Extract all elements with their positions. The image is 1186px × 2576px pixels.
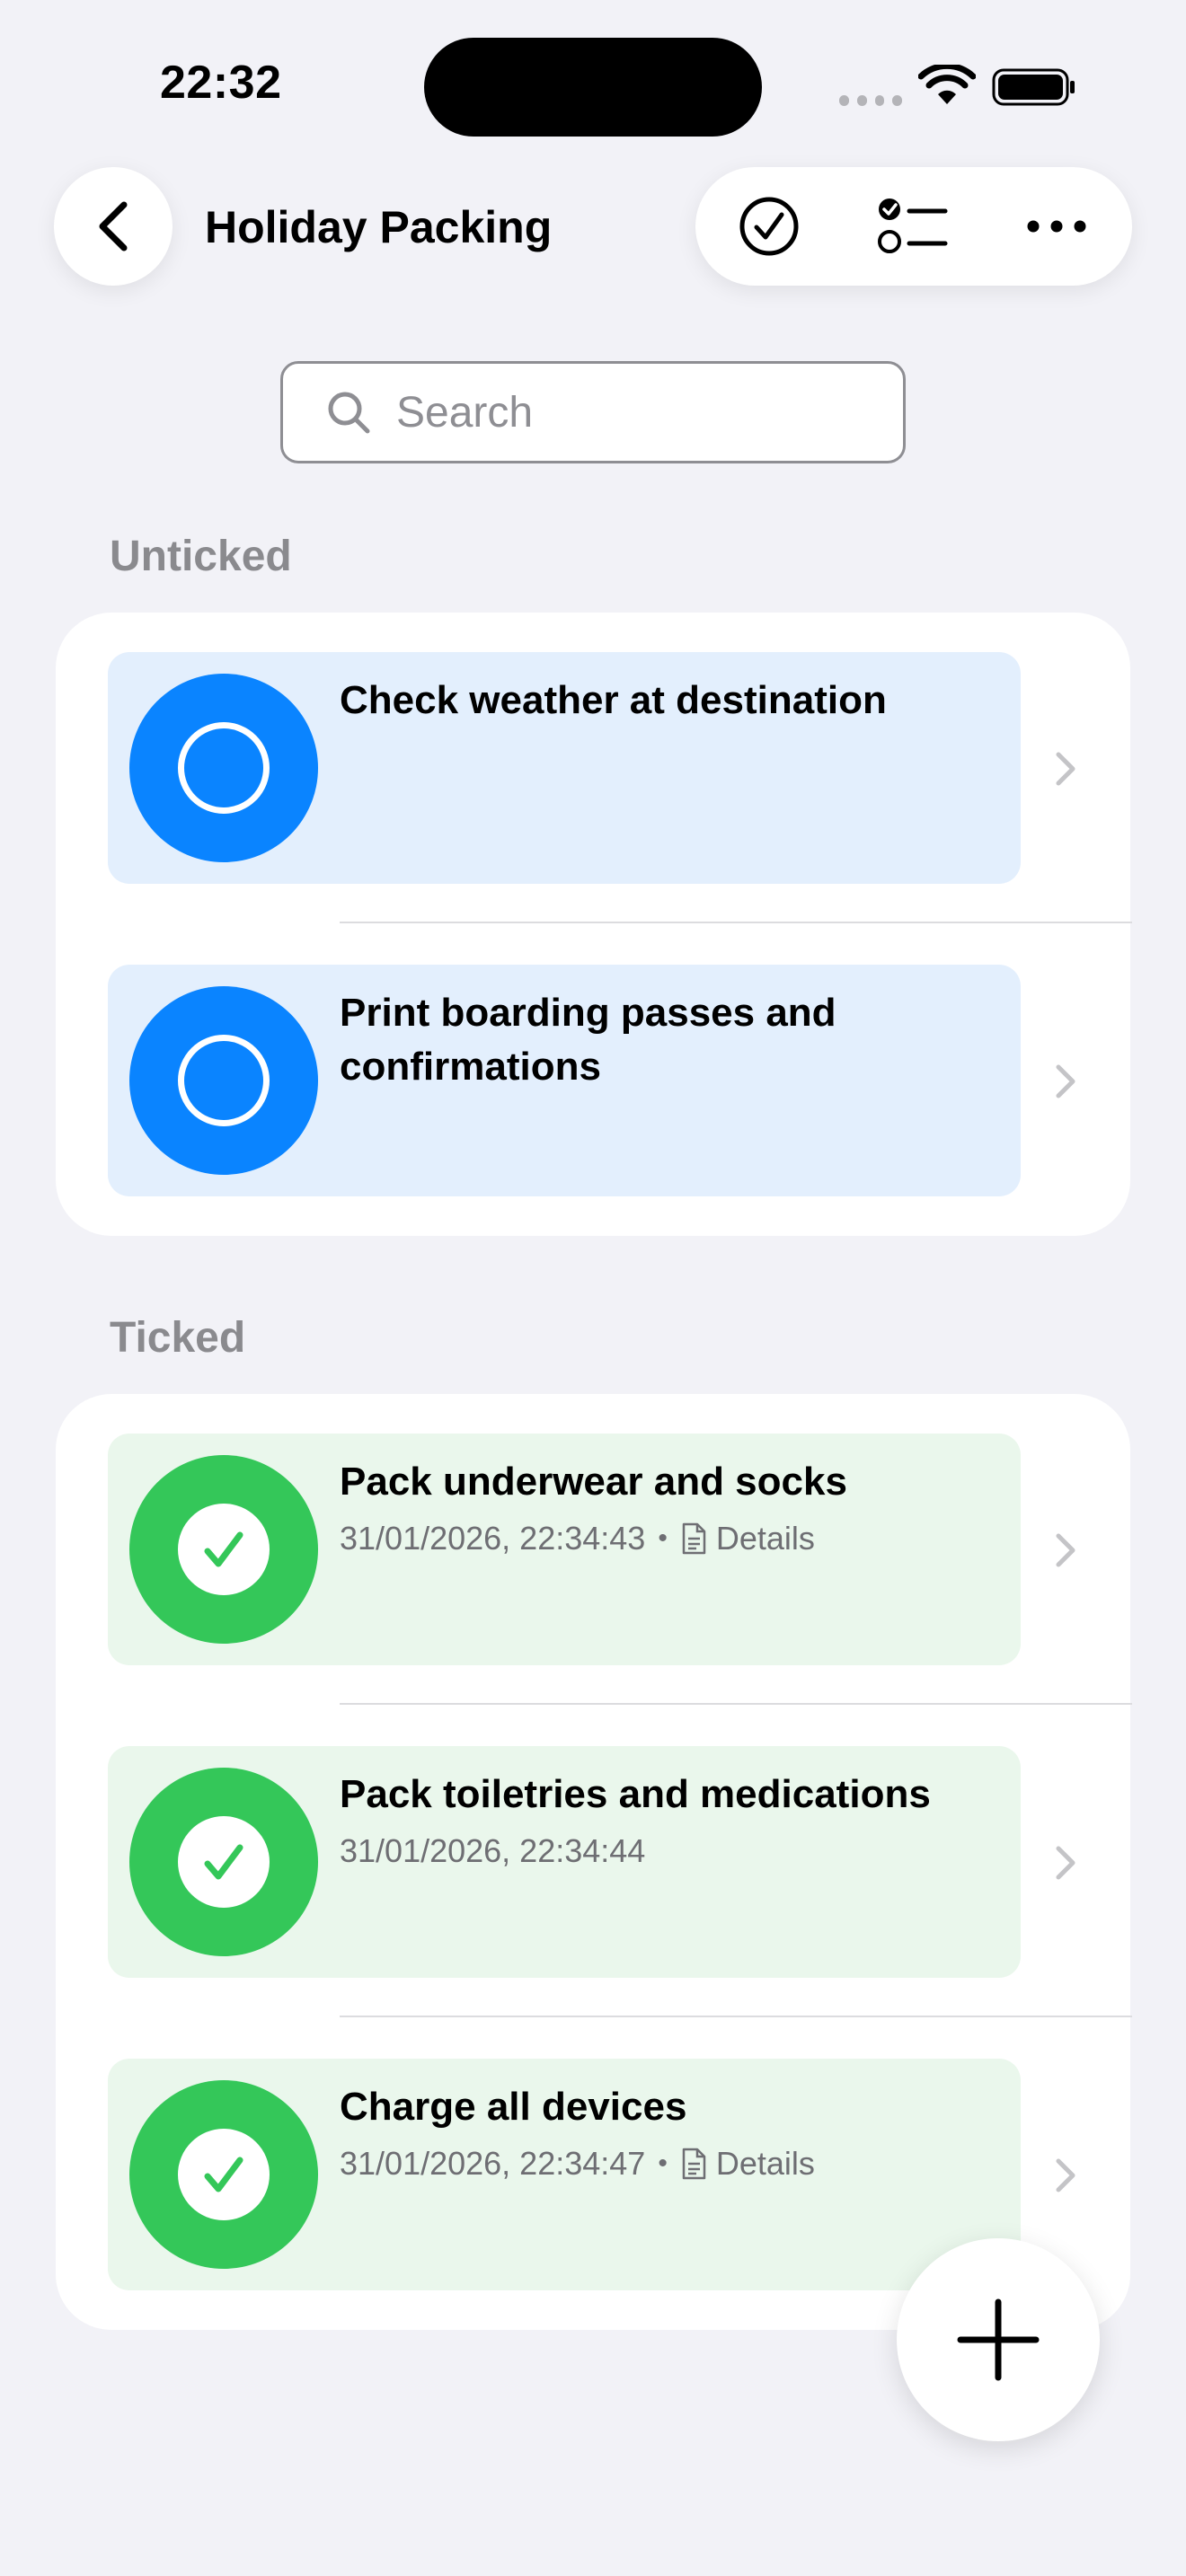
- ticked-list: Pack underwear and socks 31/01/2026, 22:…: [56, 1394, 1132, 2330]
- list-item[interactable]: Check weather at destination: [56, 652, 1130, 884]
- magnifier-icon: [328, 392, 370, 434]
- checkmark-icon: [204, 2157, 243, 2192]
- item-timestamp: 31/01/2026, 22:34:44: [340, 1832, 646, 1869]
- search-placeholder: Search: [396, 388, 534, 437]
- details-link[interactable]: Details: [716, 1520, 815, 1557]
- item-timestamp: 31/01/2026, 22:34:47: [340, 2145, 646, 2182]
- search-field[interactable]: Search: [280, 361, 906, 463]
- details-link[interactable]: Details: [716, 2145, 815, 2183]
- tick-toggle-button[interactable]: [129, 1455, 318, 1644]
- checkmark-icon: [204, 1844, 243, 1880]
- item-title: Print boarding passes and confirmations: [340, 991, 836, 1089]
- wifi-icon: [918, 65, 976, 104]
- dynamic-island: [424, 38, 762, 137]
- back-button[interactable]: [54, 167, 173, 286]
- unticked-list: Check weather at destination Print board…: [56, 613, 1132, 1236]
- select-button[interactable]: [730, 187, 809, 266]
- item-timestamp: 31/01/2026, 22:34:43: [340, 1520, 646, 1557]
- section-header-unticked: Unticked: [110, 533, 292, 580]
- chevron-right-icon: [1056, 752, 1075, 786]
- status-time: 22:32: [160, 57, 282, 109]
- row-separator: [340, 922, 1132, 923]
- checkmark-icon: [204, 1531, 243, 1567]
- chevron-right-icon: [1056, 2158, 1075, 2192]
- item-subtitle: 31/01/2026, 22:34:43 • Details: [340, 1520, 815, 1557]
- list-item[interactable]: Pack underwear and socks 31/01/2026, 22:…: [56, 1434, 1130, 1665]
- list-item[interactable]: Pack toiletries and medications 31/01/20…: [56, 1746, 1130, 1978]
- item-subtitle: 31/01/2026, 22:34:47 • Details: [340, 2145, 815, 2183]
- list-item[interactable]: Print boarding passes and confirmations: [56, 965, 1130, 1196]
- document-icon: [680, 2148, 707, 2180]
- plus-icon: [957, 2298, 1040, 2381]
- more-button[interactable]: [1017, 187, 1096, 266]
- chevron-right-icon: [1056, 1846, 1075, 1880]
- ellipsis-icon: [1027, 220, 1086, 233]
- row-separator: [340, 1703, 1132, 1705]
- untick-toggle-button[interactable]: [129, 986, 318, 1175]
- item-title: Pack underwear and socks: [340, 1460, 847, 1504]
- battery-icon: [992, 68, 1075, 106]
- tick-toggle-button[interactable]: [129, 2080, 318, 2269]
- checklist-icon: [878, 198, 948, 253]
- item-subtitle: 31/01/2026, 22:34:44: [340, 1832, 645, 1870]
- item-title: Check weather at destination: [340, 678, 887, 722]
- empty-circle-icon: [178, 1035, 270, 1126]
- add-item-button[interactable]: [897, 2238, 1100, 2441]
- toolbar-group: [695, 167, 1132, 286]
- cellular-signal-icon: [839, 95, 902, 106]
- empty-circle-icon: [178, 722, 270, 814]
- document-icon: [680, 1522, 707, 1555]
- untick-toggle-button[interactable]: [129, 674, 318, 862]
- item-title: Charge all devices: [340, 2085, 687, 2129]
- chevron-right-icon: [1056, 1533, 1075, 1567]
- row-separator: [340, 2016, 1132, 2017]
- chevron-left-icon: [99, 201, 128, 251]
- page-title: Holiday Packing: [205, 202, 553, 252]
- section-header-ticked: Ticked: [110, 1314, 246, 1362]
- tick-toggle-button[interactable]: [129, 1768, 318, 1956]
- checklist-button[interactable]: [873, 187, 952, 266]
- checkmark-circle-icon: [739, 197, 799, 256]
- chevron-right-icon: [1056, 1064, 1075, 1098]
- item-title: Pack toiletries and medications: [340, 1772, 931, 1816]
